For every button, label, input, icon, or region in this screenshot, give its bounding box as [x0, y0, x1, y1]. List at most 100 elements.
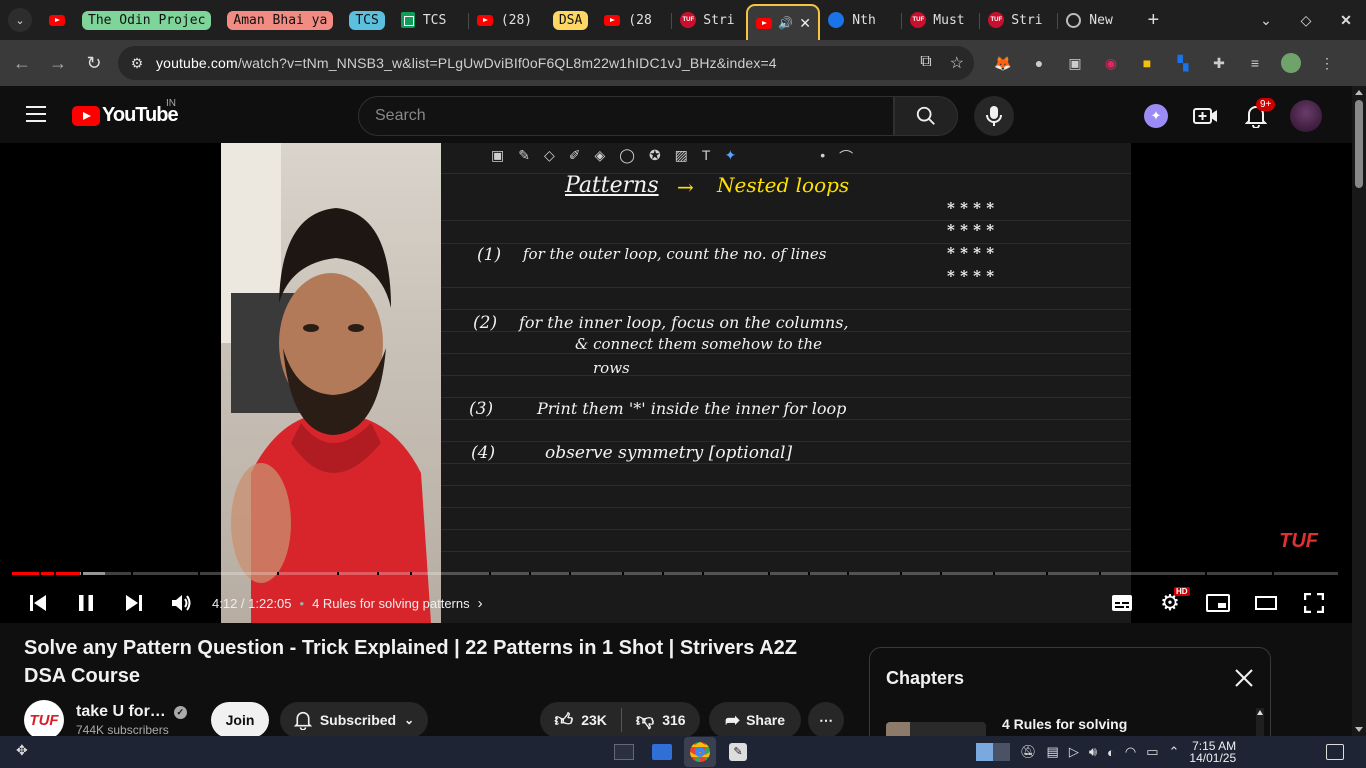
notification-off-icon[interactable]: 🔕︎ — [1020, 744, 1037, 760]
played-bar — [12, 572, 80, 575]
search-button[interactable] — [894, 96, 958, 136]
tab-nth[interactable]: Nth — [820, 4, 903, 36]
launcher-icon[interactable]: ✥ — [16, 742, 36, 762]
scrollbar-thumb[interactable] — [1355, 100, 1363, 188]
page-scrollbar[interactable] — [1352, 86, 1366, 736]
guide-menu-icon[interactable] — [26, 106, 46, 122]
next-button[interactable] — [110, 583, 158, 623]
search-box[interactable] — [358, 96, 894, 136]
tab-new[interactable]: New — [1058, 4, 1136, 36]
close-window-icon[interactable]: ✕ — [1326, 12, 1366, 29]
extension-gray-icon[interactable]: ● — [1026, 50, 1052, 76]
night-light-icon[interactable]: ◐ — [1107, 745, 1115, 760]
settings-button[interactable]: ⚙ HD — [1146, 583, 1194, 623]
audio-playing-icon[interactable]: 🔊 — [778, 16, 793, 30]
url-text[interactable]: youtube.com/watch?v=tNm_NNSB3_w&list=PLg… — [156, 55, 777, 71]
tab-group-label: The Odin Projec — [82, 10, 212, 30]
voice-search-button[interactable] — [974, 96, 1014, 136]
youtube-logo[interactable]: YouTube IN — [72, 98, 179, 127]
fullscreen-button[interactable] — [1290, 583, 1338, 623]
clock[interactable]: 7:15 AM 14/01/25 — [1189, 740, 1236, 764]
open-in-app-icon[interactable]: ⧉ — [920, 53, 931, 73]
more-actions-button[interactable]: ⋯ — [808, 702, 844, 738]
tab-must[interactable]: TUF Must — [902, 4, 981, 36]
channel-avatar[interactable]: TUF — [24, 700, 64, 740]
bookmark-star-icon[interactable]: ☆ — [950, 53, 964, 73]
microphone-icon — [986, 106, 1002, 126]
extension-yellow-icon[interactable]: ■ — [1134, 50, 1160, 76]
media-controls-icon[interactable]: ≡ — [1242, 50, 1268, 76]
tab-youtube-28b[interactable]: (28 — [596, 4, 673, 36]
video-frame[interactable]: ▣ ✎ ◇ ✐ ◈ ◯ ✪ ▨ T ✦ • ⌒ Patterns → Neste… — [221, 143, 1131, 623]
restore-icon[interactable]: ◇ — [1286, 12, 1326, 29]
notifications-button[interactable]: 9+ — [1236, 96, 1276, 136]
clipboard-icon[interactable]: ▤ — [1047, 744, 1059, 760]
tab-search-button[interactable]: ⌄ — [8, 8, 32, 32]
account-button[interactable] — [1286, 96, 1326, 136]
scroll-down-arrow-icon[interactable] — [1355, 727, 1363, 732]
create-button[interactable] — [1186, 96, 1226, 136]
miniplayer-button[interactable] — [1194, 583, 1242, 623]
like-button[interactable]: 👍︎ 23K — [540, 702, 621, 738]
rule2-text-c: rows — [593, 359, 630, 377]
address-bar[interactable]: ⚙ youtube.com/watch?v=tNm_NNSB3_w&list=P… — [118, 46, 974, 80]
extensions-puzzle-icon[interactable]: ✚ — [1206, 50, 1232, 76]
tab-group-odin[interactable]: The Odin Projec — [74, 4, 219, 36]
show-desktop-icon[interactable] — [1326, 744, 1344, 760]
tab-sheet-tcs[interactable]: TCS — [393, 4, 469, 36]
tab-striver-2[interactable]: TUF Stri — [980, 4, 1059, 36]
tab-group-aman[interactable]: Aman Bhai ya — [219, 4, 341, 36]
media-play-icon[interactable]: ▷ — [1069, 744, 1079, 760]
mute-button[interactable] — [158, 583, 206, 623]
progress-bar[interactable] — [12, 572, 1338, 575]
tab-youtube-28[interactable]: (28) — [469, 4, 545, 36]
close-chapters-button[interactable] — [1232, 666, 1256, 690]
subtitles-button[interactable] — [1098, 583, 1146, 623]
profile-avatar-icon[interactable] — [1278, 50, 1304, 76]
tab-active-video[interactable]: 🔊 ✕ — [746, 4, 821, 40]
taskbar-app-terminal[interactable] — [608, 737, 640, 767]
chapter-title-button[interactable]: 4 Rules for solving patterns — [312, 596, 470, 611]
share-button[interactable]: ➦ Share — [709, 702, 801, 738]
video-player[interactable]: ▣ ✎ ◇ ✐ ◈ ◯ ✪ ▨ T ✦ • ⌒ Patterns → Neste… — [0, 143, 1352, 623]
metamask-icon[interactable]: 🦊 — [990, 50, 1016, 76]
tab-close-icon[interactable]: ✕ — [799, 15, 811, 32]
dislike-button[interactable]: 👎︎ 316 — [622, 702, 700, 738]
tab-group-dsa[interactable]: DSA — [545, 4, 596, 36]
pause-button[interactable] — [62, 583, 110, 623]
folder-icon — [652, 744, 672, 760]
tray-expand-icon[interactable]: ⌃ — [1169, 744, 1180, 760]
scroll-up-arrow-icon[interactable] — [1355, 90, 1363, 95]
previous-button[interactable] — [14, 583, 62, 623]
tab-group-tcs[interactable]: TCS — [341, 4, 392, 36]
minimize-icon[interactable]: ⌄ — [1246, 12, 1286, 29]
join-button[interactable]: Join — [211, 702, 269, 738]
subscribed-button[interactable]: Subscribed ⌄ — [280, 702, 428, 738]
taskbar-app-editor[interactable]: ✎ — [722, 737, 754, 767]
wifi-icon[interactable]: ◠ — [1125, 744, 1136, 760]
battery-icon[interactable]: ▭ — [1146, 744, 1158, 760]
chevron-right-icon[interactable]: › — [478, 595, 483, 612]
extension-record-icon[interactable]: ◉ — [1098, 50, 1124, 76]
tab-striver-1[interactable]: TUF Stri — [672, 4, 746, 36]
site-settings-icon[interactable]: ⚙ — [118, 55, 156, 72]
tab-title: Must — [933, 12, 965, 28]
speaker-icon[interactable]: 🔊︎ — [1089, 744, 1097, 760]
taskbar-app-chrome[interactable] — [684, 737, 716, 767]
reload-icon[interactable]: ↻ — [76, 53, 112, 74]
search-input[interactable] — [375, 107, 893, 125]
notes-title: Patterns — [565, 173, 659, 198]
channel-name[interactable]: take U for… — [76, 703, 166, 721]
workspace-switcher-icon[interactable] — [976, 743, 1010, 761]
ai-sparkle-button[interactable]: ✦ — [1136, 96, 1176, 136]
forward-arrow-icon[interactable]: → — [40, 53, 76, 74]
theater-mode-button[interactable] — [1242, 583, 1290, 623]
tab-pinned-youtube[interactable] — [40, 4, 74, 36]
extension-robot-icon[interactable]: ▣ — [1062, 50, 1088, 76]
back-arrow-icon[interactable]: ← — [4, 53, 40, 74]
browser-menu-icon[interactable]: ⋮ — [1314, 50, 1340, 76]
chapters-panel: Chapters 4 Rules for solving — [869, 647, 1271, 747]
new-tab-button[interactable]: + — [1136, 4, 1170, 36]
extension-blue-icon[interactable]: ▚ — [1170, 50, 1196, 76]
taskbar-app-files[interactable] — [646, 737, 678, 767]
